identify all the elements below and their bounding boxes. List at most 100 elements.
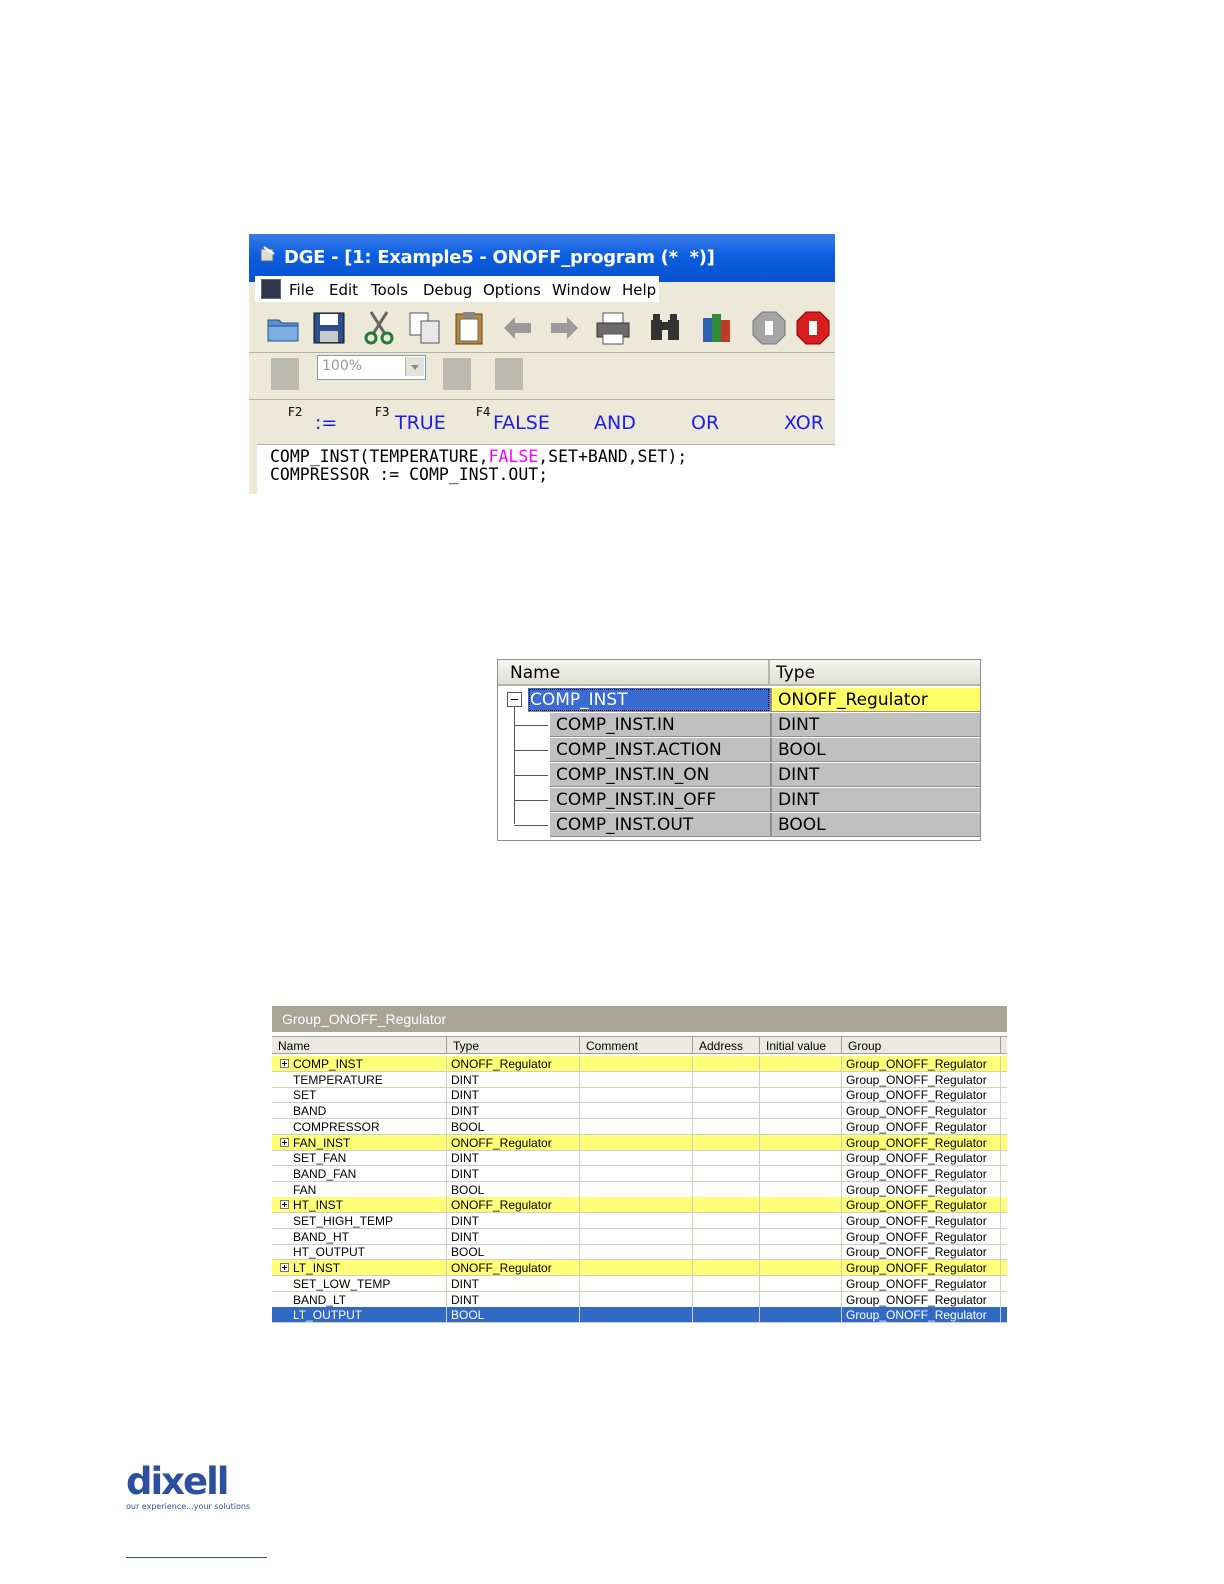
column-header-extra[interactable] [1001,1037,1007,1054]
table-cell-name[interactable]: BAND_LT [272,1291,447,1308]
table-cell-name[interactable]: TEMPERATURE [272,1071,447,1088]
menu-window[interactable]: Window [552,281,611,299]
table-cell-name[interactable]: BAND_HT [272,1228,447,1245]
table-row[interactable]: LT_INST ONOFF_Regulator Group_ONOFF_Regula… [272,1260,1007,1277]
table-cell-type[interactable]: ONOFF_Regulator [447,1260,580,1277]
table-cell-group[interactable]: Group_ONOFF_Regulator [842,1197,1001,1214]
table-cell-name[interactable]: FAN [272,1181,447,1198]
menu-edit[interactable]: Edit [329,281,358,299]
table-row[interactable]: HT_INST ONOFF_Regulator Group_ONOFF_Regula… [272,1197,1007,1214]
table-cell-initial-value[interactable] [760,1213,842,1229]
table-cell-comment[interactable] [580,1118,693,1135]
table-cell-extra[interactable] [1001,1134,1007,1151]
page-next-icon[interactable] [495,358,523,390]
table-row[interactable]: SET_HIGH_TEMP DINT Group_ONOFF_Regulator [272,1213,1007,1229]
table-cell-name[interactable]: HT_OUTPUT [272,1244,447,1261]
table-cell-name[interactable]: SET_LOW_TEMP [272,1275,447,1292]
menu-tools[interactable]: Tools [371,281,408,299]
library-icon[interactable] [699,310,735,346]
table-cell-type[interactable]: ONOFF_Regulator [447,1134,580,1151]
table-cell-comment[interactable] [580,1056,693,1072]
table-row[interactable]: BAND_FAN DINT Group_ONOFF_Regulator [272,1165,1007,1182]
redo-icon[interactable] [545,310,581,346]
table-cell-initial-value[interactable] [760,1165,842,1182]
table-cell-initial-value[interactable] [760,1087,842,1104]
true-keyword-button[interactable]: TRUE [395,412,446,434]
table-row[interactable]: SET_FAN DINT Group_ONOFF_Regulator [272,1150,1007,1167]
table-row[interactable]: LT_OUTPUT BOOL Group_ONOFF_Regulator [272,1307,1007,1324]
table-cell-extra[interactable] [1001,1276,1007,1292]
table-cell-group[interactable]: Group_ONOFF_Regulator [842,1228,1001,1245]
table-cell-type[interactable]: BOOL [447,1181,580,1198]
menu-file[interactable]: File [289,281,314,299]
table-cell-group[interactable]: Group_ONOFF_Regulator [842,1291,1001,1308]
table-cell-address[interactable] [693,1228,760,1245]
table-cell-type[interactable]: DINT [447,1228,580,1245]
table-cell-initial-value[interactable] [760,1150,842,1167]
menu-help[interactable]: Help [622,281,656,299]
or-keyword-button[interactable]: OR [691,412,719,434]
table-cell-extra[interactable] [1001,1260,1007,1277]
table-cell-name[interactable]: SET [272,1087,447,1104]
table-row[interactable]: HT_OUTPUT BOOL Group_ONOFF_Regulator [272,1244,1007,1261]
table-cell-name[interactable]: SET_FAN [272,1150,447,1167]
table-cell-type[interactable]: DINT [447,1165,580,1182]
table-cell-group[interactable]: Group_ONOFF_Regulator [842,1134,1001,1151]
table-cell-comment[interactable] [580,1213,693,1229]
menu-options[interactable]: Options [483,281,541,299]
tree-row[interactable]: COMP_INST.IN_OFF DINT [498,788,980,813]
table-cell-type[interactable]: DINT [447,1150,580,1167]
table-cell-extra[interactable] [1001,1072,1007,1088]
table-row[interactable]: BAND_HT DINT Group_ONOFF_Regulator [272,1228,1007,1245]
copy-icon[interactable] [407,310,443,346]
table-cell-initial-value[interactable] [760,1103,842,1120]
table-cell-address[interactable] [693,1150,760,1167]
and-keyword-button[interactable]: AND [594,412,636,434]
expand-icon[interactable] [280,1263,289,1273]
table-row[interactable]: TEMPERATURE DINT Group_ONOFF_Regulator [272,1071,1007,1088]
table-cell-comment[interactable] [580,1181,693,1198]
table-cell-group[interactable]: Group_ONOFF_Regulator [842,1244,1001,1261]
table-cell-initial-value[interactable] [760,1197,842,1214]
table-cell-initial-value[interactable] [760,1260,842,1277]
stop-icon[interactable] [751,310,787,346]
code-editor[interactable]: COMP_INST(TEMPERATURE,FALSE,SET+BAND,SET… [257,445,835,494]
table-cell-address[interactable] [693,1103,760,1120]
table-cell-address[interactable] [693,1056,760,1072]
menu-debug[interactable]: Debug [423,281,472,299]
table-cell-group[interactable]: Group_ONOFF_Regulator [842,1213,1001,1229]
chevron-down-icon[interactable] [405,357,424,376]
table-cell-type[interactable]: DINT [447,1275,580,1292]
table-cell-group[interactable]: Group_ONOFF_Regulator [842,1275,1001,1292]
table-cell-comment[interactable] [580,1291,693,1308]
table-cell-address[interactable] [693,1291,760,1308]
table-cell-extra[interactable] [1001,1182,1007,1198]
table-cell-initial-value[interactable] [760,1056,842,1072]
table-row[interactable]: BAND DINT Group_ONOFF_Regulator [272,1103,1007,1120]
stop-all-icon[interactable] [795,310,831,346]
tree-row[interactable]: COMP_INST.IN DINT [498,713,980,738]
table-cell-initial-value[interactable] [760,1307,842,1324]
column-header-group[interactable]: Group [842,1037,1001,1054]
table-cell-name[interactable]: LT_OUTPUT [272,1307,447,1324]
table-cell-address[interactable] [693,1118,760,1135]
table-cell-name[interactable]: SET_HIGH_TEMP [272,1213,447,1229]
table-row[interactable]: FAN BOOL Group_ONOFF_Regulator [272,1181,1007,1198]
page-icon[interactable] [271,358,299,390]
tree-row[interactable]: COMP_INST.ACTION BOOL [498,738,980,763]
table-cell-address[interactable] [693,1197,760,1214]
column-header-type[interactable]: Type [770,660,980,686]
table-cell-extra[interactable] [1001,1292,1007,1308]
document-menu-icon[interactable] [261,279,281,299]
table-row[interactable]: BAND_LT DINT Group_ONOFF_Regulator [272,1291,1007,1308]
table-cell-type[interactable]: DINT [447,1103,580,1120]
table-cell-comment[interactable] [580,1197,693,1214]
table-cell-address[interactable] [693,1307,760,1324]
column-header-initial-value[interactable]: Initial value [760,1037,842,1054]
table-row[interactable]: FAN_INST ONOFF_Regulator Group_ONOFF_Regul… [272,1134,1007,1151]
table-cell-extra[interactable] [1001,1307,1007,1324]
expand-icon[interactable] [280,1059,289,1068]
save-icon[interactable] [311,310,347,346]
table-cell-address[interactable] [693,1071,760,1088]
table-cell-comment[interactable] [580,1307,693,1324]
